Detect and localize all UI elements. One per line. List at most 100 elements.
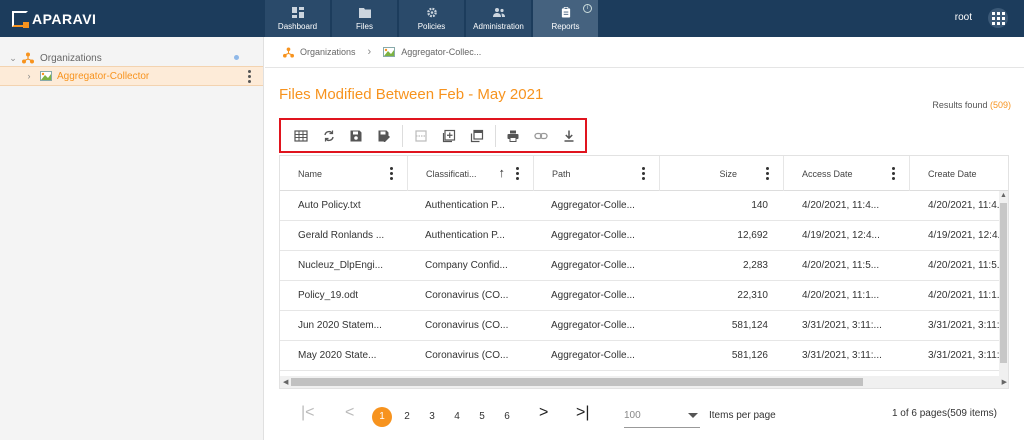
organization-icon xyxy=(22,52,34,64)
scrollbar-thumb[interactable] xyxy=(291,378,863,386)
chevron-right-icon: › xyxy=(367,46,372,58)
column-header-classification[interactable]: Classificati... ↑ xyxy=(408,156,534,191)
collapse-rows-button[interactable] xyxy=(409,124,433,148)
link-button[interactable] xyxy=(529,124,553,148)
table-cell: 4/20/2021, 11:4... xyxy=(928,200,1006,211)
table-cell: Aggregator-Colle... xyxy=(551,350,635,361)
table-cell: 4/20/2021, 11:1... xyxy=(802,290,880,301)
nav-tab-policies[interactable]: Policies xyxy=(399,0,464,37)
top-bar: APARAVI Dashboard Files Policies Adminis… xyxy=(0,0,1024,37)
column-menu-icon[interactable] xyxy=(892,167,895,180)
table-cell: Coronavirus (CO... xyxy=(425,320,509,331)
table-row[interactable]: Gerald Ronlands ... Authentication P... Ag… xyxy=(280,221,1008,251)
table-cell: Aggregator-Colle... xyxy=(551,260,635,271)
print-button[interactable] xyxy=(502,124,526,148)
table-cell: 3/31/2021, 3:11:... xyxy=(928,320,1008,331)
nav-tab-label: Reports xyxy=(551,21,580,31)
page-number-button[interactable]: 2 xyxy=(397,407,417,427)
chevron-right-icon[interactable]: › xyxy=(24,71,34,81)
more-options-icon[interactable] xyxy=(248,70,251,83)
column-header-access-date[interactable]: Access Date xyxy=(784,156,910,191)
save-button[interactable] xyxy=(345,124,369,148)
scrollbar-thumb[interactable] xyxy=(1000,203,1007,363)
table-cell: Authentication P... xyxy=(425,200,505,211)
table-row[interactable]: May 2020 State... Coronavirus (CO... Aggre… xyxy=(280,341,1008,371)
table-cell: Gerald Ronlands ... xyxy=(298,230,385,241)
table-cell: 12,692 xyxy=(737,230,768,241)
copy-window-icon xyxy=(470,129,483,142)
last-page-icon[interactable]: >| xyxy=(576,404,590,422)
column-header-path[interactable]: Path xyxy=(534,156,660,191)
page-number-button[interactable]: 5 xyxy=(472,407,492,427)
nav-tab-reports[interactable]: Reports i xyxy=(533,0,598,37)
table-row[interactable]: Nucleuz_DlpEngi... Company Confid... Aggre… xyxy=(280,251,1008,281)
table-cell: 4/20/2021, 11:4... xyxy=(802,200,880,211)
vertical-scrollbar[interactable]: ▲ xyxy=(999,191,1008,376)
nav-tab-administration[interactable]: Administration xyxy=(466,0,531,37)
previous-page-icon[interactable]: < xyxy=(345,404,354,422)
scroll-up-icon[interactable]: ▲ xyxy=(1000,192,1007,199)
info-icon[interactable]: i xyxy=(583,4,592,13)
first-page-icon[interactable]: |< xyxy=(301,404,315,422)
items-per-page-label: Items per page xyxy=(709,410,776,421)
scroll-left-icon[interactable]: ◀ xyxy=(283,378,288,386)
items-per-page-select[interactable]: 100 xyxy=(624,406,700,428)
tree-item-organizations[interactable]: ⌄ Organizations xyxy=(0,48,263,68)
nav-tab-label: Dashboard xyxy=(277,21,318,31)
page-title: Files Modified Between Feb - May 2021 xyxy=(279,86,544,103)
table-cell: 581,124 xyxy=(731,320,768,331)
column-menu-icon[interactable] xyxy=(766,167,769,180)
table-cell: 4/20/2021, 11:5... xyxy=(928,260,1006,271)
link-icon xyxy=(534,132,548,139)
page-info: 1 of 6 pages(509 items) xyxy=(891,408,997,419)
sort-ascending-icon[interactable]: ↑ xyxy=(499,165,506,180)
table-cell: Jun 2020 Statem... xyxy=(298,320,382,331)
breadcrumb-aggregator-collector[interactable]: Aggregator-Collec... xyxy=(401,47,481,57)
collapse-icon xyxy=(415,129,427,142)
page-number-button[interactable]: 4 xyxy=(447,407,467,427)
users-icon xyxy=(492,7,505,17)
column-menu-icon[interactable] xyxy=(516,167,519,180)
nav-tab-files[interactable]: Files xyxy=(332,0,397,37)
page-number-button[interactable]: 6 xyxy=(497,407,517,427)
table-header: Name Classificati... ↑ Path Size Access … xyxy=(280,156,1008,191)
apps-grid-icon[interactable] xyxy=(988,8,1008,28)
page-number-button[interactable]: 3 xyxy=(422,407,442,427)
aparavi-logo[interactable]: APARAVI xyxy=(12,9,96,29)
column-header-create-date[interactable]: Create Date xyxy=(910,156,1008,191)
refresh-button[interactable] xyxy=(317,124,341,148)
table-cell: 4/19/2021, 12:4... xyxy=(928,230,1006,241)
copy-window-button[interactable] xyxy=(465,124,489,148)
horizontal-scrollbar[interactable]: ◀ ▶ xyxy=(280,376,1008,388)
breadcrumb-organizations[interactable]: Organizations xyxy=(300,47,356,57)
user-name[interactable]: root xyxy=(955,12,972,23)
column-header-name[interactable]: Name xyxy=(280,156,408,191)
table-cell: Company Confid... xyxy=(425,260,508,271)
page-number-button[interactable]: 1 xyxy=(372,407,392,427)
column-header-size[interactable]: Size xyxy=(660,156,784,191)
organization-icon xyxy=(283,46,294,58)
nav-tab-label: Files xyxy=(356,21,373,31)
tree-item-aggregator-collector[interactable]: › Aggregator-Collector xyxy=(0,66,263,86)
printer-icon xyxy=(507,130,519,142)
table-cell: 581,126 xyxy=(731,350,768,361)
table-row[interactable]: Auto Policy.txt Authentication P... Aggreg… xyxy=(280,191,1008,221)
grid-view-button[interactable] xyxy=(289,124,313,148)
download-button[interactable] xyxy=(557,124,581,148)
column-menu-icon[interactable] xyxy=(390,167,393,180)
logo-text: APARAVI xyxy=(32,11,97,27)
breadcrumb: Organizations › Aggregator-Collec... xyxy=(265,37,1024,68)
refresh-icon xyxy=(323,130,334,141)
nav-tab-dashboard[interactable]: Dashboard xyxy=(265,0,330,37)
toolbar-divider xyxy=(494,124,496,147)
table-row[interactable]: Policy_19.odt Coronavirus (CO... Aggregato… xyxy=(280,281,1008,311)
next-page-icon[interactable]: > xyxy=(539,404,548,422)
scroll-right-icon[interactable]: ▶ xyxy=(1002,378,1007,386)
table-row[interactable]: Jun 2020 Statem... Coronavirus (CO... Aggr… xyxy=(280,311,1008,341)
folder-icon xyxy=(358,7,371,18)
column-menu-icon[interactable] xyxy=(642,167,645,180)
save-as-button[interactable] xyxy=(372,124,396,148)
add-window-button[interactable] xyxy=(437,124,461,148)
table-cell: Aggregator-Colle... xyxy=(551,200,635,211)
chevron-down-icon[interactable]: ⌄ xyxy=(8,53,18,64)
